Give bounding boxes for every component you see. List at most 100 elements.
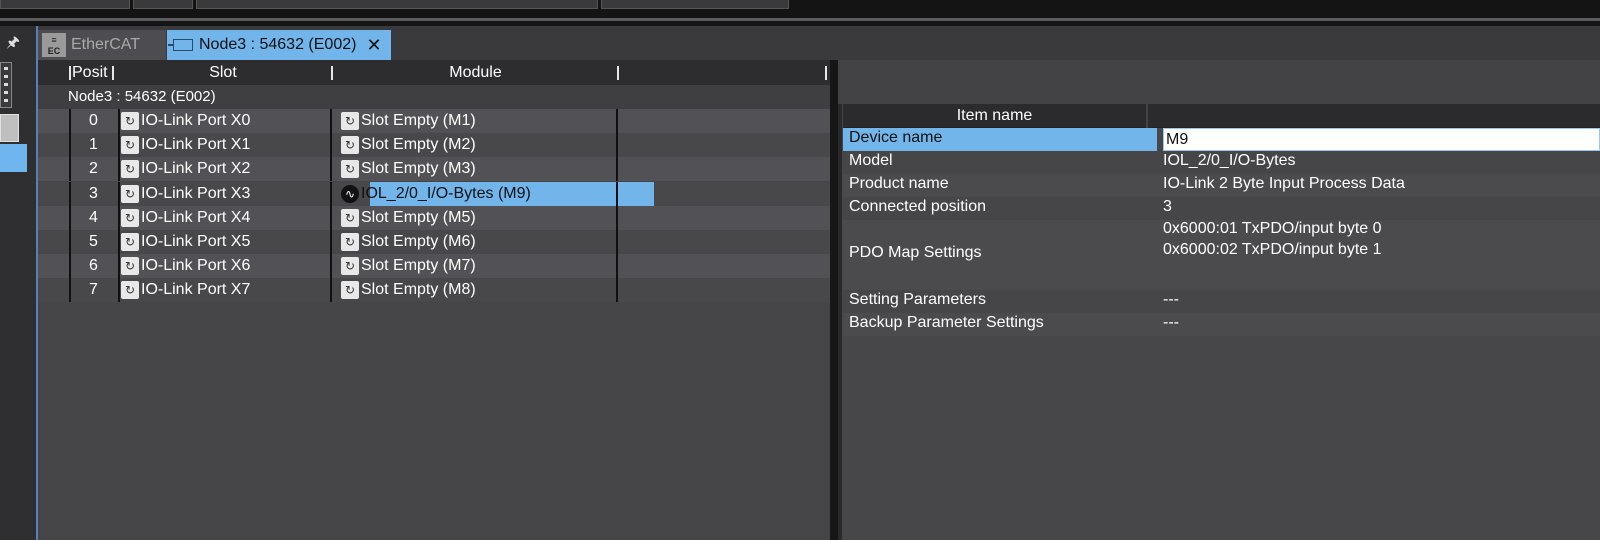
product-name-label: Product name xyxy=(849,175,949,192)
device-name-input[interactable] xyxy=(1163,128,1600,151)
slot-cell[interactable]: ↻ IO-Link Port X5 xyxy=(121,230,250,254)
grid-line xyxy=(330,109,332,133)
module-cell[interactable]: ↻ Slot Empty (M2) xyxy=(341,133,476,157)
position-cell: 7 xyxy=(89,281,98,299)
table-row[interactable]: 5 ↻ IO-Link Port X5 ↻ Slot Empty (M6) xyxy=(38,230,830,254)
io-link-device-icon: ∿ xyxy=(341,184,359,203)
module-label: Slot Empty (M3) xyxy=(361,160,476,178)
io-link-port-icon: ↻ xyxy=(121,233,139,251)
tab-node3[interactable]: Node3 : 54632 (E002) ✕ xyxy=(167,30,391,60)
grid-line xyxy=(118,278,120,303)
properties-left-border xyxy=(838,104,842,540)
item-name-header[interactable]: Item name xyxy=(843,104,1146,128)
slot-cell[interactable]: ↻ IO-Link Port X1 xyxy=(121,133,250,157)
position-cell: 2 xyxy=(89,160,98,178)
grid-line xyxy=(616,254,618,279)
backup-parameters-value[interactable]: --- xyxy=(1163,314,1179,332)
slot-label: IO-Link Port X5 xyxy=(141,233,251,250)
slot-label: IO-Link Port X2 xyxy=(141,160,251,178)
panel-splitter[interactable] xyxy=(830,60,838,540)
tab-ethercat[interactable]: ≡ EC EtherCAT xyxy=(38,30,166,60)
side-panel-button[interactable] xyxy=(0,114,19,142)
table-row[interactable]: 6 ↻ IO-Link Port X6 ↻ Slot Empty (M7) xyxy=(38,254,830,279)
io-link-port-icon: ↻ xyxy=(121,112,139,130)
grid-line xyxy=(616,205,618,230)
table-row[interactable]: 1 ↻ IO-Link Port X1 ↻ Slot Empty (M2) xyxy=(38,133,830,158)
module-cell[interactable]: ↻ Slot Empty (M5) xyxy=(341,206,476,230)
grid-line xyxy=(616,181,618,206)
grid-line xyxy=(330,230,332,254)
grid-line xyxy=(330,278,332,303)
grid-line xyxy=(616,133,618,158)
module-cell[interactable]: ↻ Slot Empty (M3) xyxy=(341,157,476,181)
position-cell: 6 xyxy=(89,257,98,275)
document-icon xyxy=(168,39,193,51)
io-link-port-icon: ↻ xyxy=(121,281,139,300)
table-row[interactable]: 2 ↻ IO-Link Port X2 ↻ Slot Empty (M3) xyxy=(38,157,830,182)
slot-label: IO-Link Port X6 xyxy=(141,257,251,275)
module-label: Slot Empty (M8) xyxy=(361,281,476,299)
connected-position-value: 3 xyxy=(1163,198,1172,215)
module-cell[interactable]: ∿ IOL_2/0_I/O-Bytes (M9) xyxy=(341,182,531,206)
empty-slot-icon: ↻ xyxy=(341,208,359,227)
slot-label: IO-Link Port X1 xyxy=(141,136,251,154)
pdo-map-value[interactable]: 0x6000:01 TxPDO/input byte 0 xyxy=(1163,220,1382,238)
setting-parameters-value[interactable]: --- xyxy=(1163,291,1179,309)
slot-cell[interactable]: ↻ IO-Link Port X4 xyxy=(121,206,250,230)
close-icon[interactable]: ✕ xyxy=(366,30,381,60)
pdo-map-label: PDO Map Settings xyxy=(849,244,982,261)
grid-line xyxy=(118,157,120,182)
device-list-icon[interactable] xyxy=(0,62,12,108)
slot-label: IO-Link Port X0 xyxy=(141,112,251,129)
module-cell[interactable]: ↻ Slot Empty (M8) xyxy=(341,278,476,302)
grid-line xyxy=(330,157,332,182)
module-label: IOL_2/0_I/O-Bytes (M9) xyxy=(361,184,531,202)
module-cell[interactable]: ↻ Slot Empty (M1) xyxy=(341,109,476,133)
module-label: Slot Empty (M1) xyxy=(361,112,476,129)
tab-label: Node3 : 54632 (E002) xyxy=(199,36,357,53)
model-value: IOL_2/0_I/O-Bytes xyxy=(1163,152,1296,169)
column-header-slot[interactable]: Slot xyxy=(114,62,332,84)
device-name-label: Device name xyxy=(849,129,943,146)
grid-line xyxy=(616,230,618,254)
module-cell[interactable]: ↻ Slot Empty (M6) xyxy=(341,230,476,254)
pdo-map-value[interactable]: 0x6000:02 TxPDO/input byte 1 xyxy=(1163,241,1382,259)
module-label: Slot Empty (M6) xyxy=(361,233,476,250)
toolbar-segment xyxy=(196,0,598,9)
slot-cell[interactable]: ↻ IO-Link Port X6 xyxy=(121,254,250,278)
table-row[interactable]: 0 ↻ IO-Link Port X0 ↻ Slot Empty (M1) xyxy=(38,109,830,133)
position-cell: 4 xyxy=(89,208,98,226)
slot-cell[interactable]: ↻ IO-Link Port X7 xyxy=(121,278,250,302)
top-toolbar-strip xyxy=(0,0,1600,26)
pin-icon[interactable]: 🖈 xyxy=(4,34,22,52)
column-separator[interactable] xyxy=(1146,104,1148,128)
properties-toolbar xyxy=(838,60,1600,104)
setting-parameters-label: Setting Parameters xyxy=(849,291,986,308)
table-row[interactable]: 3 ↻ IO-Link Port X3 ∿ IOL_2/0_I/O-Bytes (M9) xyxy=(38,181,830,206)
io-link-port-icon: ↻ xyxy=(121,136,139,155)
ethercat-icon: ≡ EC xyxy=(42,33,66,57)
slot-cell[interactable]: ↻ IO-Link Port X2 xyxy=(121,157,250,181)
grid-line xyxy=(118,133,120,158)
io-link-port-icon: ↻ xyxy=(121,257,139,276)
side-panel-selected-item[interactable] xyxy=(0,144,27,172)
grid-line xyxy=(616,109,618,133)
column-separator[interactable] xyxy=(825,66,827,80)
slot-cell[interactable]: ↻ IO-Link Port X3 xyxy=(121,182,250,206)
module-cell[interactable]: ↻ Slot Empty (M7) xyxy=(341,254,476,278)
grid-line xyxy=(616,278,618,303)
empty-slot-icon: ↻ xyxy=(341,233,359,251)
position-cell: 1 xyxy=(89,136,98,154)
empty-slot-icon: ↻ xyxy=(341,257,359,276)
column-header-position[interactable]: Posit xyxy=(72,62,112,84)
grid-line xyxy=(118,109,120,133)
column-separator[interactable] xyxy=(617,66,619,80)
slot-cell[interactable]: ↻ IO-Link Port X0 xyxy=(121,109,250,133)
grid-line xyxy=(616,157,618,182)
column-header-module[interactable]: Module xyxy=(333,62,618,84)
table-row[interactable]: 7 ↻ IO-Link Port X7 ↻ Slot Empty (M8) xyxy=(38,278,830,303)
position-cell: 3 xyxy=(89,184,98,202)
table-row[interactable]: 4 ↻ IO-Link Port X4 ↻ Slot Empty (M5) xyxy=(38,205,830,230)
toolbar-segment xyxy=(133,0,193,9)
column-separator[interactable] xyxy=(69,66,71,80)
